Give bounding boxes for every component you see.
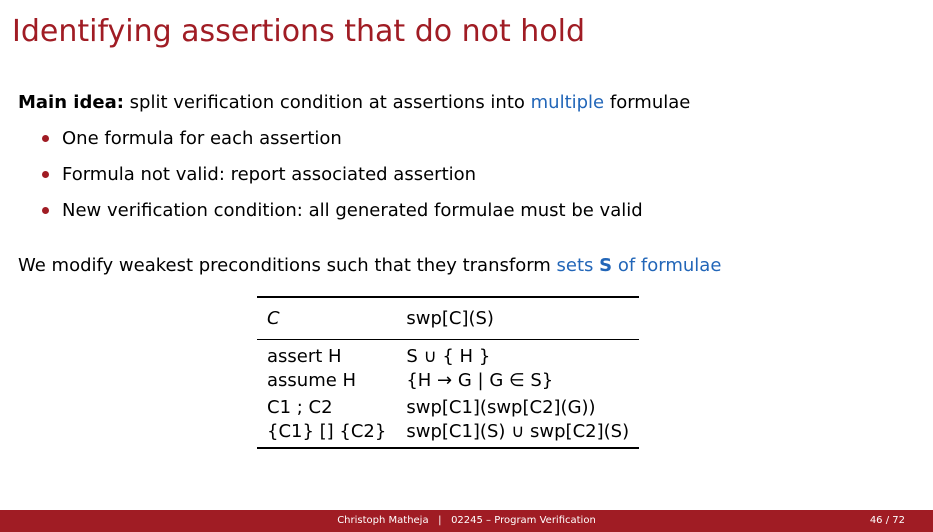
slide-title: Identifying assertions that do not hold bbox=[12, 14, 586, 49]
cell-result: swp[C1](S) ∪ swp[C2](S) bbox=[396, 420, 640, 449]
bullet-dot-icon bbox=[42, 171, 49, 178]
bullet-list: One formula for each assertion Formula n… bbox=[42, 126, 643, 234]
sets-word: sets bbox=[556, 255, 594, 276]
bullet-dot-icon bbox=[42, 135, 49, 142]
bullet-item: New verification condition: all generate… bbox=[42, 198, 643, 234]
main-idea-label: Main idea: bbox=[18, 92, 124, 113]
modify-statement: We modify weakest preconditions such tha… bbox=[18, 255, 722, 276]
cell-command: {C1} [] {C2} bbox=[257, 420, 397, 449]
table-row: C1 ; C2 swp[C1](swp[C2](G)) bbox=[257, 394, 639, 421]
main-idea-text-end: formulae bbox=[604, 92, 691, 113]
cell-command: assume H bbox=[267, 369, 357, 391]
bullet-dot-icon bbox=[42, 207, 49, 214]
main-idea-highlight: multiple bbox=[530, 92, 605, 113]
page-number: 46 / 72 bbox=[869, 515, 905, 526]
cell-command: assert H bbox=[267, 345, 342, 367]
footer-info: Christoph Matheja | 02245 – Program Veri… bbox=[0, 515, 933, 526]
cell-result: S ∪ { H } bbox=[406, 345, 491, 367]
table-row: {C1} [] {C2} swp[C1](S) ∪ swp[C2](S) bbox=[257, 420, 640, 449]
cell-command: C1 ; C2 bbox=[267, 396, 333, 418]
main-idea-text: split verification condition at assertio… bbox=[123, 92, 531, 113]
set-symbol: S bbox=[599, 255, 613, 276]
table-row: assert H S ∪ { H } bbox=[257, 339, 639, 367]
table-row: assume H {H → G | G ∈ S} bbox=[257, 367, 639, 394]
cell-result: swp[C1](swp[C2](G)) bbox=[406, 396, 596, 418]
main-idea: Main idea: split verification condition … bbox=[18, 92, 690, 113]
of-formulae: of formulae bbox=[612, 255, 722, 276]
swp-table: C swp[C](S) assert H S ∪ { H } assume H … bbox=[257, 296, 640, 449]
bullet-item: Formula not valid: report associated ass… bbox=[42, 162, 643, 198]
header-c: C bbox=[257, 296, 397, 340]
footer-author: Christoph Matheja bbox=[337, 515, 429, 526]
footer-course: 02245 – Program Verification bbox=[451, 515, 596, 526]
header-swp: swp[C](S) bbox=[396, 296, 640, 340]
bullet-item: One formula for each assertion bbox=[42, 126, 643, 162]
cell-result: {H → G | G ∈ S} bbox=[406, 369, 554, 391]
footer-bar: Christoph Matheja | 02245 – Program Veri… bbox=[0, 510, 933, 532]
footer-separator: | bbox=[438, 515, 442, 526]
table-header-row: C swp[C](S) bbox=[257, 296, 640, 340]
